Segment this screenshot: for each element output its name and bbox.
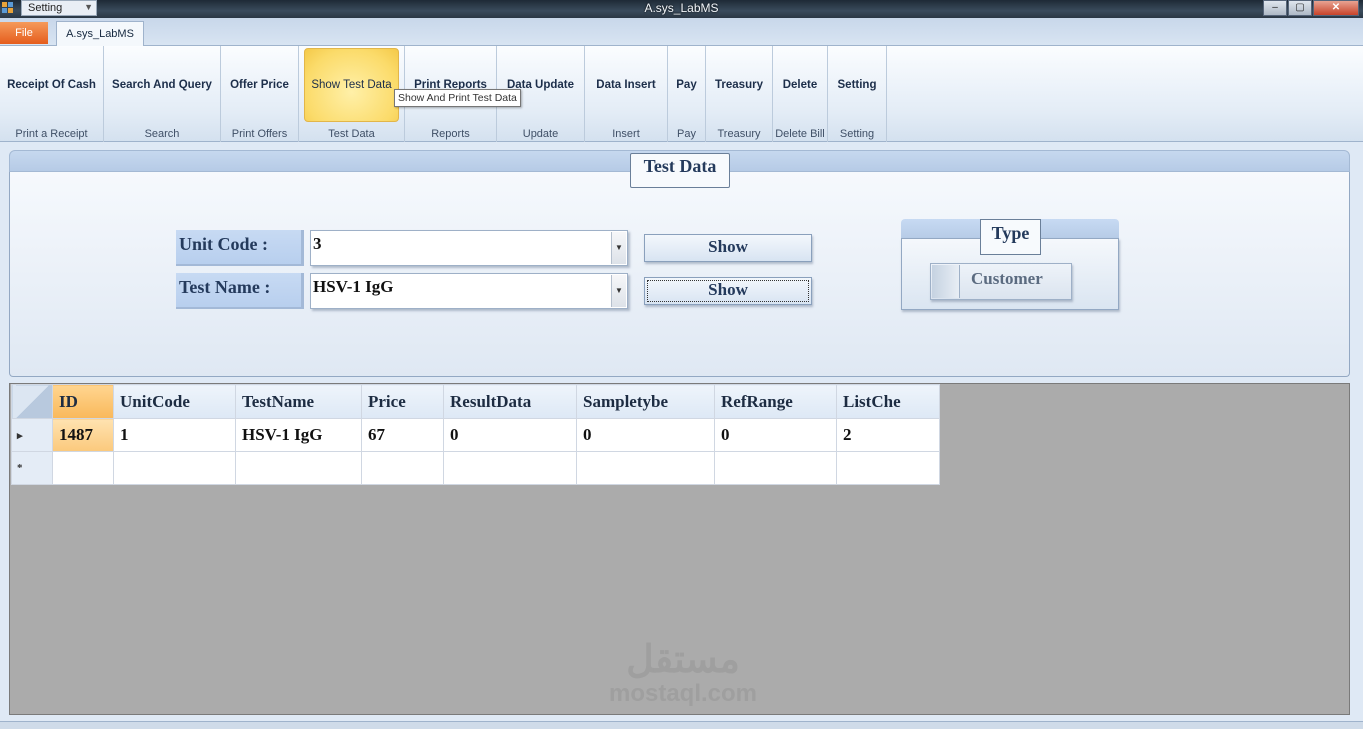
- unit-code-combo[interactable]: 3 ▼: [310, 230, 628, 266]
- ribbon-group-label: Reports: [431, 128, 470, 140]
- print-reports-button[interactable]: Print Reports: [407, 48, 494, 122]
- pay-button[interactable]: Pay: [670, 48, 703, 122]
- column-header-resultdata[interactable]: ResultData: [443, 384, 577, 419]
- table-cell[interactable]: HSV-1 IgG: [235, 418, 362, 452]
- ribbon-group-test-data: Show Test Data Test Data: [299, 46, 405, 142]
- watermark-logo: مستقل mostaql.com: [598, 640, 768, 708]
- show-unit-code-button[interactable]: Show: [644, 234, 812, 262]
- table-cell[interactable]: 67: [361, 418, 444, 452]
- ribbon-group-receipt: Receipt Of Cash Print a Receipt: [0, 46, 104, 142]
- ribbon-group-offers: Offer Price Print Offers: [221, 46, 299, 142]
- table-row[interactable]: ▸ 1487 1 HSV-1 IgG 67 0 0 0 2: [11, 418, 940, 452]
- ribbon-group-label: Test Data: [328, 128, 375, 140]
- new-row[interactable]: *: [11, 451, 940, 485]
- chevron-down-icon[interactable]: ▼: [611, 275, 626, 307]
- ribbon-group-label: Pay: [677, 128, 696, 140]
- ribbon-group-search: Search And Query Search: [104, 46, 221, 142]
- title-bar: Setting ▼ A.sys_LabMS – ▢ ✕: [0, 0, 1363, 18]
- column-header-id[interactable]: ID: [52, 384, 114, 419]
- watermark-latin: mostaql.com: [608, 680, 758, 707]
- new-row-marker-icon[interactable]: *: [11, 451, 53, 485]
- toggle-knob[interactable]: [932, 265, 960, 298]
- customer-toggle-label: Customer: [971, 269, 1043, 288]
- grid-header-row: ID UnitCode TestName Price ResultData Sa…: [11, 384, 940, 419]
- data-update-button[interactable]: Data Update: [499, 48, 582, 122]
- ribbon-group-label: Print a Receipt: [15, 128, 88, 140]
- test-name-label: Test Name :: [176, 273, 304, 309]
- test-name-value: HSV-1 IgG: [313, 277, 394, 296]
- table-cell[interactable]: [113, 451, 236, 485]
- table-cell[interactable]: 2: [836, 418, 940, 452]
- column-header-testname[interactable]: TestName: [235, 384, 362, 419]
- unit-code-label: Unit Code :: [176, 230, 304, 266]
- receipt-of-cash-button[interactable]: Receipt Of Cash: [2, 48, 101, 122]
- window-title: A.sys_LabMS: [644, 1, 719, 15]
- table-cell[interactable]: [52, 451, 114, 485]
- maximize-button[interactable]: ▢: [1288, 0, 1312, 16]
- ribbon: Receipt Of Cash Print a Receipt Search A…: [0, 46, 1363, 142]
- ribbon-group-delete: Delete Delete Bill: [773, 46, 828, 142]
- row-selector-icon[interactable]: ▸: [11, 418, 53, 452]
- table-cell[interactable]: [235, 451, 362, 485]
- tab-main[interactable]: A.sys_LabMS: [56, 21, 144, 47]
- panel-title: Test Data: [630, 153, 730, 188]
- column-header-unitcode[interactable]: UnitCode: [113, 384, 236, 419]
- ribbon-group-setting: Setting Setting: [828, 46, 887, 142]
- offer-price-button[interactable]: Offer Price: [223, 48, 296, 122]
- file-tab[interactable]: File: [0, 22, 48, 44]
- column-header-price[interactable]: Price: [361, 384, 444, 419]
- table-cell[interactable]: [714, 451, 837, 485]
- ribbon-group-pay: Pay Pay: [668, 46, 706, 142]
- ribbon-group-label: Treasury: [717, 128, 761, 140]
- ribbon-group-label: Setting: [839, 128, 875, 140]
- ribbon-group-label: Print Offers: [231, 128, 288, 140]
- ribbon-group-label: Search: [144, 128, 180, 140]
- chevron-down-icon[interactable]: ▼: [611, 232, 626, 264]
- status-bar: [0, 721, 1363, 729]
- table-cell[interactable]: [361, 451, 444, 485]
- table-cell[interactable]: [836, 451, 940, 485]
- column-header-refrange[interactable]: RefRange: [714, 384, 837, 419]
- table-cell[interactable]: [443, 451, 577, 485]
- show-test-data-button[interactable]: Show Test Data: [304, 48, 399, 122]
- ribbon-group-label: Delete Bill: [775, 128, 825, 140]
- unit-code-value: 3: [313, 234, 322, 253]
- table-cell[interactable]: 1: [113, 418, 236, 452]
- test-name-combo[interactable]: HSV-1 IgG ▼: [310, 273, 628, 309]
- ribbon-tab-row: File A.sys_LabMS: [0, 18, 1363, 47]
- table-cell[interactable]: 0: [576, 418, 715, 452]
- ribbon-group-treasury: Treasury Treasury: [706, 46, 773, 142]
- ribbon-group-insert: Data Insert Insert: [585, 46, 668, 142]
- delete-button[interactable]: Delete: [775, 48, 825, 122]
- column-header-sampletybe[interactable]: Sampletybe: [576, 384, 715, 419]
- search-and-query-button[interactable]: Search And Query: [106, 48, 218, 122]
- minimize-button[interactable]: –: [1263, 0, 1287, 16]
- show-test-name-button[interactable]: Show: [644, 277, 812, 305]
- window-controls: – ▢ ✕: [1263, 0, 1359, 16]
- table-cell[interactable]: 0: [443, 418, 577, 452]
- column-header-listche[interactable]: ListChe: [836, 384, 940, 419]
- type-group-title: Type: [980, 219, 1041, 255]
- tooltip: Show And Print Test Data: [394, 89, 521, 107]
- close-button[interactable]: ✕: [1313, 0, 1359, 16]
- customer-toggle[interactable]: Customer: [930, 263, 1072, 300]
- ribbon-group-label: Update: [522, 128, 559, 140]
- ribbon-group-label: Insert: [612, 128, 640, 140]
- select-all-corner[interactable]: [11, 384, 53, 419]
- table-cell[interactable]: 0: [714, 418, 837, 452]
- table-cell[interactable]: [576, 451, 715, 485]
- table-cell[interactable]: 1487: [52, 418, 114, 452]
- data-insert-button[interactable]: Data Insert: [587, 48, 665, 122]
- data-grid-table: ID UnitCode TestName Price ResultData Sa…: [11, 384, 940, 485]
- treasury-button[interactable]: Treasury: [708, 48, 770, 122]
- watermark-arabic: مستقل: [626, 639, 740, 681]
- setting-button[interactable]: Setting: [830, 48, 884, 122]
